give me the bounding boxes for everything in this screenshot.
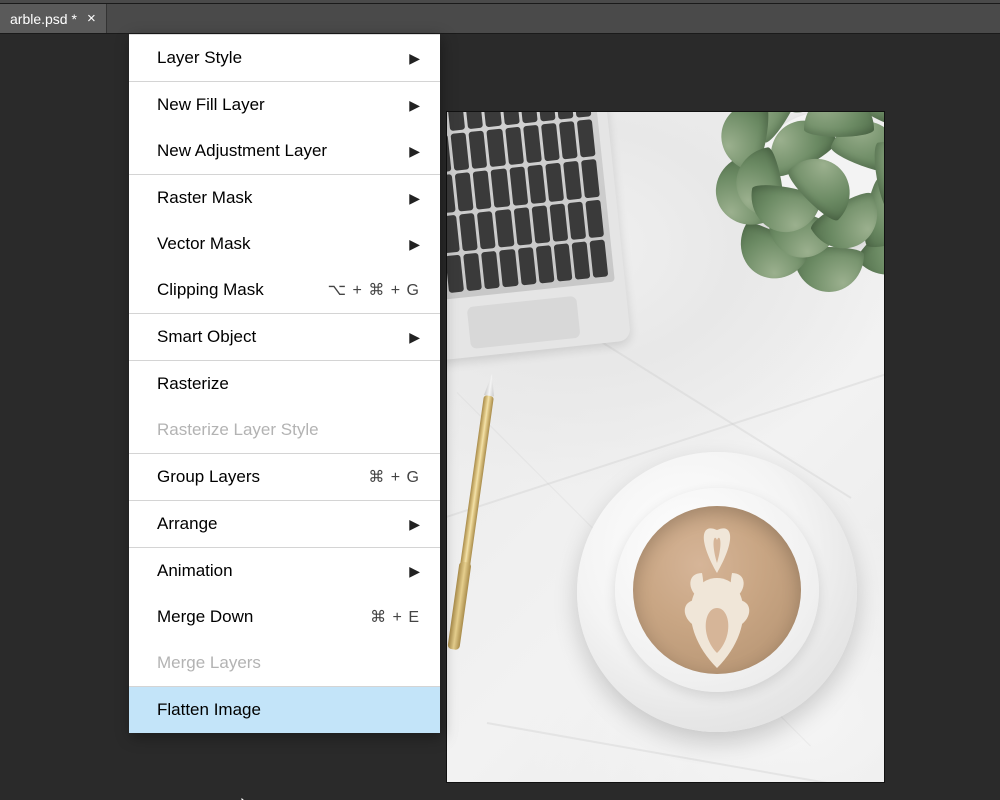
workspace: Layer Style▶New Fill Layer▶New Adjustmen… bbox=[0, 34, 1000, 800]
menu-item-label: Clipping Mask bbox=[157, 280, 328, 300]
menu-item-group-layers[interactable]: Group Layers⌘ + G bbox=[129, 454, 440, 500]
menu-item-smart-object[interactable]: Smart Object ▶ bbox=[129, 314, 440, 360]
menu-item-raster-mask[interactable]: Raster Mask ▶ bbox=[129, 175, 440, 221]
menu-item-rasterize-layer-style: Rasterize Layer Style bbox=[129, 407, 440, 453]
submenu-arrow-icon: ▶ bbox=[409, 97, 420, 114]
keyboard-key bbox=[481, 251, 500, 290]
menu-item-label: Merge Down bbox=[157, 607, 370, 627]
document-tab-label: arble.psd * bbox=[10, 11, 77, 27]
keyboard-key bbox=[523, 125, 542, 164]
keyboard-key bbox=[495, 209, 514, 248]
menu-item-label: Group Layers bbox=[157, 467, 368, 487]
canvas-object-plant bbox=[694, 112, 884, 312]
keyboard-key bbox=[559, 121, 578, 160]
menu-item-label: Animation bbox=[157, 561, 389, 581]
keyboard-key bbox=[487, 129, 506, 168]
keyboard-key bbox=[463, 253, 482, 292]
keyboard-key bbox=[505, 127, 524, 166]
keyboard-key bbox=[465, 112, 484, 129]
keyboard-key bbox=[519, 112, 538, 124]
keyboard-key bbox=[499, 249, 518, 288]
menu-item-label: Rasterize bbox=[157, 374, 420, 394]
document-tab[interactable]: arble.psd * × bbox=[0, 4, 107, 33]
keyboard-key bbox=[447, 174, 456, 213]
menu-item-label: Raster Mask bbox=[157, 188, 389, 208]
keyboard-key bbox=[459, 213, 478, 252]
menu-item-flatten-image[interactable]: Flatten Image bbox=[129, 687, 440, 733]
menu-item-clipping-mask[interactable]: Clipping Mask⌥ + ⌘ + G bbox=[129, 267, 440, 313]
menu-item-label: Flatten Image bbox=[157, 700, 420, 720]
keyboard-key bbox=[571, 241, 590, 280]
menu-item-merge-layers: Merge Layers bbox=[129, 640, 440, 686]
keyboard-key bbox=[469, 131, 488, 170]
keyboard-key bbox=[473, 171, 492, 210]
latte-art-icon bbox=[657, 518, 777, 668]
menu-item-label: New Adjustment Layer bbox=[157, 141, 389, 161]
menu-item-label: Rasterize Layer Style bbox=[157, 420, 420, 440]
keyboard-key bbox=[553, 243, 572, 282]
keyboard-key bbox=[509, 167, 528, 206]
keyboard-key bbox=[577, 119, 596, 158]
menu-item-layer-style[interactable]: Layer Style ▶ bbox=[129, 35, 440, 81]
keyboard-key bbox=[573, 112, 592, 118]
keyboard-key bbox=[555, 112, 574, 120]
keyboard-key bbox=[517, 247, 536, 286]
submenu-arrow-icon: ▶ bbox=[409, 563, 420, 580]
keyboard-key bbox=[531, 205, 550, 244]
submenu-arrow-icon: ▶ bbox=[409, 236, 420, 253]
keyboard-key bbox=[535, 245, 554, 284]
menu-item-shortcut: ⌘ + E bbox=[370, 607, 420, 627]
laptop-trackpad bbox=[467, 296, 581, 349]
keyboard-key bbox=[447, 112, 465, 131]
menu-item-label: Layer Style bbox=[157, 48, 389, 68]
menu-item-new-fill-layer[interactable]: New Fill Layer ▶ bbox=[129, 82, 440, 128]
layer-menu-dropdown[interactable]: Layer Style▶New Fill Layer▶New Adjustmen… bbox=[129, 34, 440, 733]
keyboard-key bbox=[541, 123, 560, 162]
menu-item-label: Vector Mask bbox=[157, 234, 389, 254]
keyboard-key bbox=[447, 254, 464, 293]
menu-item-animation[interactable]: Animation ▶ bbox=[129, 548, 440, 594]
keyboard-key bbox=[567, 201, 586, 240]
menu-item-label: New Fill Layer bbox=[157, 95, 389, 115]
keyboard-key bbox=[527, 165, 546, 204]
menu-item-shortcut: ⌥ + ⌘ + G bbox=[328, 280, 420, 300]
canvas-object-laptop bbox=[447, 112, 631, 362]
keyboard-key bbox=[581, 159, 600, 198]
canvas-object-coffee bbox=[633, 506, 801, 674]
menu-item-merge-down[interactable]: Merge Down⌘ + E bbox=[129, 594, 440, 640]
menu-item-rasterize[interactable]: Rasterize bbox=[129, 361, 440, 407]
keyboard-key bbox=[513, 207, 532, 246]
menu-item-arrange[interactable]: Arrange ▶ bbox=[129, 501, 440, 547]
keyboard-key bbox=[451, 133, 470, 172]
submenu-arrow-icon: ▶ bbox=[409, 190, 420, 207]
plant-leaf bbox=[804, 112, 874, 137]
menu-item-label: Smart Object bbox=[157, 327, 389, 347]
keyboard-key bbox=[455, 173, 474, 212]
menu-item-label: Arrange bbox=[157, 514, 389, 534]
document-canvas[interactable] bbox=[447, 112, 884, 782]
submenu-arrow-icon: ▶ bbox=[409, 516, 420, 533]
keyboard-key bbox=[477, 211, 496, 250]
submenu-arrow-icon: ▶ bbox=[409, 329, 420, 346]
submenu-arrow-icon: ▶ bbox=[409, 50, 420, 67]
keyboard-key bbox=[447, 214, 460, 253]
document-tabbar: arble.psd * × bbox=[0, 4, 1000, 34]
submenu-arrow-icon: ▶ bbox=[409, 143, 420, 160]
keyboard-key bbox=[501, 112, 520, 126]
menu-item-label: Merge Layers bbox=[157, 653, 420, 673]
keyboard-key bbox=[545, 163, 564, 202]
keyboard-key bbox=[549, 203, 568, 242]
keyboard-key bbox=[537, 112, 556, 122]
laptop-keyboard bbox=[447, 112, 615, 301]
keyboard-key bbox=[585, 199, 604, 238]
keyboard-key bbox=[491, 169, 510, 208]
menu-item-new-adjustment-layer[interactable]: New Adjustment Layer ▶ bbox=[129, 128, 440, 174]
keyboard-key bbox=[483, 112, 502, 127]
keyboard-key bbox=[589, 239, 608, 278]
menu-item-vector-mask[interactable]: Vector Mask ▶ bbox=[129, 221, 440, 267]
keyboard-key bbox=[563, 161, 582, 200]
close-tab-icon[interactable]: × bbox=[83, 10, 96, 27]
menu-item-shortcut: ⌘ + G bbox=[368, 467, 420, 487]
